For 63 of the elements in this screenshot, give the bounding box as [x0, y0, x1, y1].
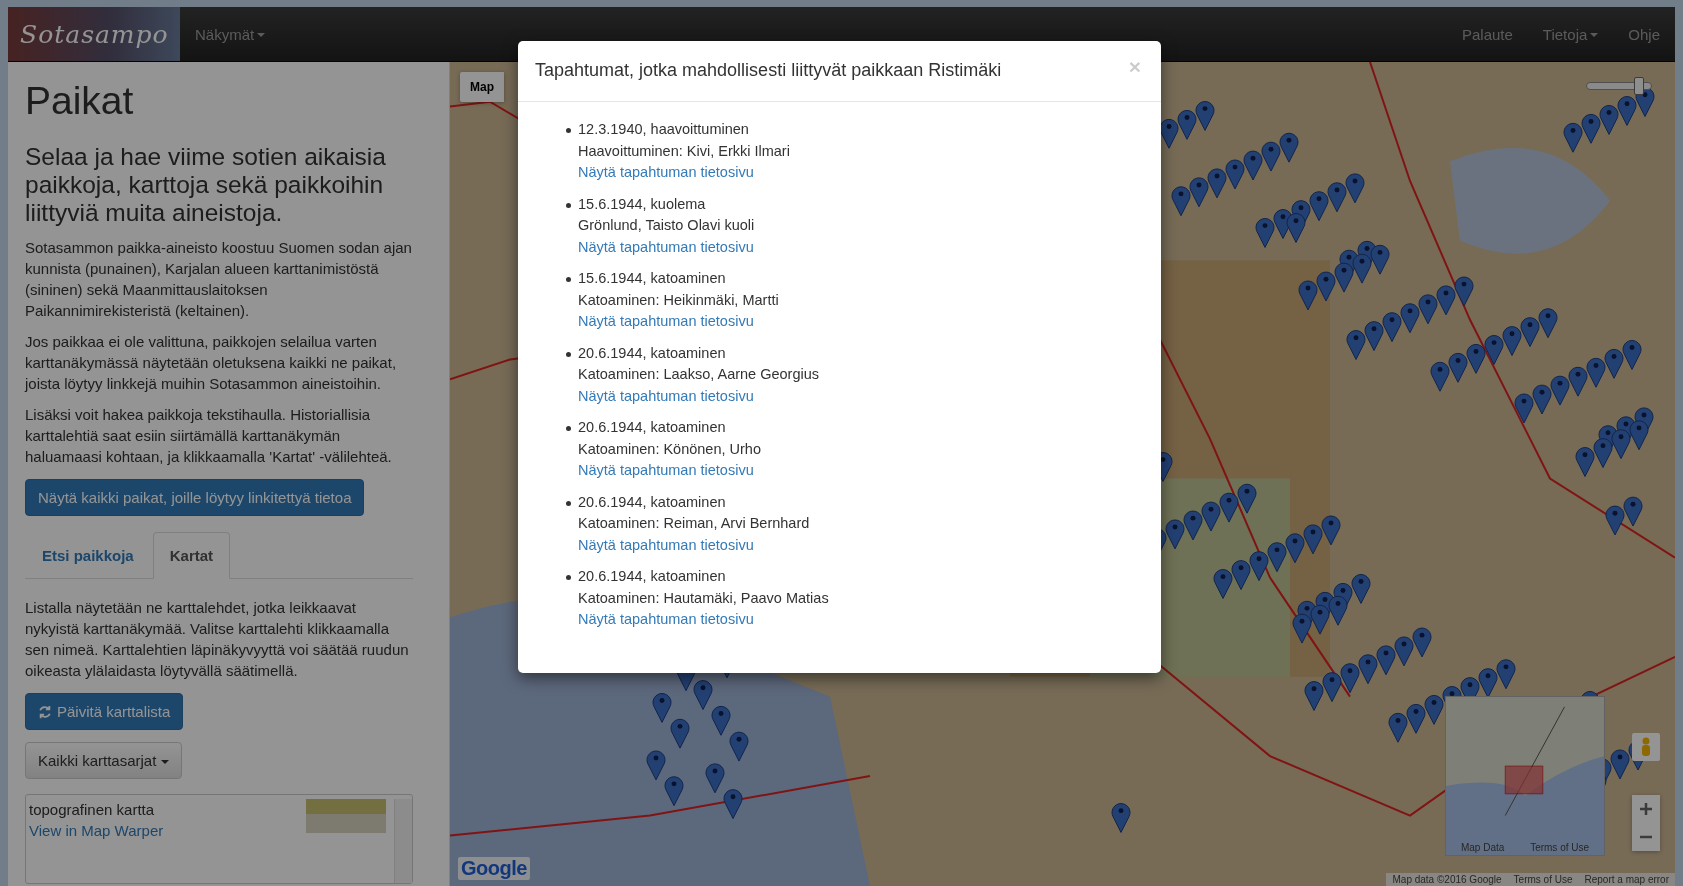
- zoom-in-button[interactable]: [1632, 795, 1660, 823]
- bullet-icon: [566, 426, 571, 431]
- bullet-icon: [566, 575, 571, 580]
- map-sheet-title[interactable]: topografinen kartta: [29, 799, 155, 820]
- footer-link[interactable]: Report a map error: [1584, 874, 1669, 885]
- zoom-out-button[interactable]: [1632, 823, 1660, 851]
- event-link[interactable]: Näytä tapahtuman tietosivu: [578, 385, 754, 407]
- scrollbar[interactable]: [394, 799, 412, 883]
- refresh-icon: [38, 704, 52, 719]
- bullet-icon: [566, 128, 571, 133]
- event-link[interactable]: Näytä tapahtuman tietosivu: [578, 534, 754, 556]
- event-link[interactable]: Näytä tapahtuman tietosivu: [578, 162, 754, 184]
- event-description: Katoaminen: Könönen, Urho: [578, 439, 761, 459]
- nav-menu-item[interactable]: Ohje: [1613, 7, 1675, 61]
- overview-link[interactable]: Map Data: [1460, 842, 1505, 853]
- event-heading: 20.6.1944, katoaminen: [578, 418, 726, 437]
- event-heading: 15.6.1944, katoaminen: [578, 269, 726, 288]
- event-heading: 20.6.1944, katoaminen: [578, 343, 726, 363]
- refresh-button[interactable]: Päivitä karttalista: [25, 693, 184, 730]
- overview-link[interactable]: Terms of Use: [1530, 842, 1590, 853]
- logo[interactable]: Sotasampo: [8, 7, 180, 61]
- dialog-title: Tapahtumat, jotka mahdollisesti liittyvät paikkaan Ristimäki: [535, 60, 1002, 82]
- caret-icon: [161, 759, 170, 764]
- paragraph: Lisäksi voit hakea paikkoja tekstihaulla. Historiallisia karttalehtiä saat esiin siirtämällä karttanäkymän haluamaasi kohtaan, ja klikkaamalla 'Kartat' -välilehteä.: [25, 405, 393, 467]
- event-description: Katoaminen: Reiman, Arvi Bernhard: [578, 514, 810, 533]
- bullet-icon: [566, 351, 571, 357]
- tab[interactable]: Etsi paikkoja: [25, 532, 151, 579]
- overview-map[interactable]: Map Data Terms of Use: [1445, 696, 1605, 856]
- event-description: Haavoittuminen: Kivi, Erkki Ilmari: [578, 141, 790, 161]
- event-heading: 15.6.1944, kuolema: [578, 194, 706, 214]
- bullet-icon: [566, 202, 571, 208]
- map-logo: Google: [458, 857, 530, 880]
- lead-text: Selaa ja hae viime sotien aikaisia paikkoja, karttoja sekä paikkoihin liittyviä muita aineistoja.: [25, 143, 387, 227]
- bullet-icon: [566, 500, 571, 506]
- event-link[interactable]: Näytä tapahtuman tietosivu: [578, 609, 754, 631]
- event-link[interactable]: Näytä tapahtuman tietosivu: [578, 460, 754, 482]
- paragraph: Sotasammon paikka-aineisto koostuu Suomen sodan ajan kunnista (punainen), Karjalan alueen karttanimistöstä (sininen) sekä Maanmittauslaitoksen Paikannimirekisteristä (keltainen).: [25, 238, 413, 321]
- event-link[interactable]: Näytä tapahtuman tietosivu: [578, 311, 754, 333]
- footer-link[interactable]: Map data ©2016 Google: [1392, 874, 1502, 885]
- event-description: Katoaminen: Hautamäki, Paavo Matias: [578, 588, 829, 608]
- event-heading: 12.3.1940, haavoittuminen: [578, 120, 749, 139]
- plus-icon: [1639, 802, 1653, 816]
- event-description: Grönlund, Taisto Olavi kuoli: [578, 216, 755, 235]
- slider-thumb[interactable]: [1634, 77, 1645, 95]
- tab[interactable]: Kartat: [152, 532, 231, 579]
- event-description: Katoaminen: Heikinmäki, Martti: [578, 290, 779, 310]
- paragraph: Listalla näytetään ne karttalehdet, jotka leikkaavat nykyistä karttanäkymää. Valitse karttalehti klikkaamalla sen nimeä. Karttalehtien läpinäkyvyyttä voi säätää ruudun oikeasta ylälaidasta löytyvällä säätimellä.: [25, 598, 410, 681]
- footer-link[interactable]: Terms of Use: [1513, 874, 1573, 885]
- event-heading: 20.6.1944, katoaminen: [578, 492, 726, 512]
- map-type-button[interactable]: Map: [460, 72, 504, 102]
- event-link[interactable]: Näytä tapahtuman tietosivu: [578, 236, 754, 258]
- map-series-dropdown[interactable]: Kaikki karttasarjat: [25, 742, 183, 779]
- map-warper-link[interactable]: View in Map Warper: [29, 820, 164, 841]
- nav-menu-item[interactable]: Tietoja: [1527, 7, 1614, 61]
- page-title: Paikat: [25, 79, 135, 123]
- event-heading: 20.6.1944, katoaminen: [578, 567, 726, 586]
- event-description: Katoaminen: Laakso, Aarne Georgius: [578, 365, 819, 384]
- bullet-icon: [566, 277, 571, 282]
- nav-menu-item[interactable]: Näkymät: [180, 7, 281, 61]
- paragraph: Jos paikkaa ei ole valittuna, paikkojen selailua varten karttanäkymässä näytetään oletuksena kaikki ne paikat, joista löytyy linkkejä muihin Sotasammon aineistoihin.: [25, 332, 398, 394]
- show-all-button[interactable]: Näytä kaikki paikat, joille löytyy linkitettyä tietoa: [25, 479, 365, 516]
- viewport-rectangle[interactable]: [1504, 765, 1544, 795]
- nav-menu-item[interactable]: Palaute: [1446, 7, 1528, 61]
